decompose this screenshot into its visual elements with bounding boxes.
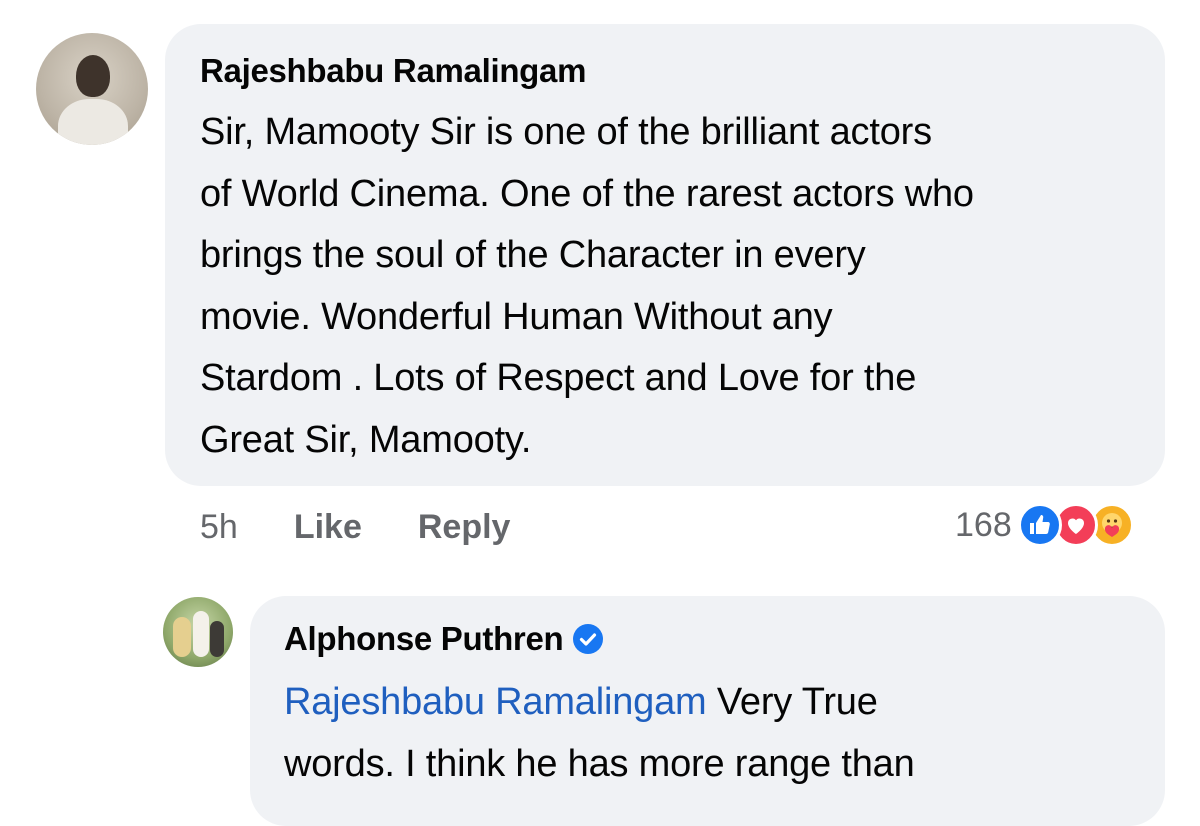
comment-author-name[interactable]: Rajeshbabu Ramalingam (200, 52, 586, 90)
verified-badge-icon (573, 624, 604, 654)
mention-link[interactable]: Rajeshbabu Ramalingam (284, 681, 707, 723)
reply-text: Rajeshbabu Ramalingam Very True words. I… (284, 672, 1144, 795)
avatar-body (58, 99, 128, 145)
like-button[interactable]: Like (294, 508, 362, 547)
avatar-figure (173, 617, 191, 657)
comment-text: Sir, Mamooty Sir is one of the brilliant… (200, 111, 974, 461)
like-icon (1017, 503, 1062, 547)
avatar-head (76, 55, 110, 97)
reply-avatar[interactable] (163, 597, 233, 667)
commenter-avatar[interactable] (36, 33, 148, 145)
avatar-figure (210, 621, 224, 657)
reply-author: Alphonse Puthren (284, 620, 604, 658)
avatar-figure (193, 611, 209, 657)
reaction-summary[interactable]: 168 (955, 503, 1134, 547)
comment-timestamp[interactable]: 5h (200, 508, 238, 547)
reply-author-name[interactable]: Alphonse Puthren (284, 620, 564, 658)
comment-actions: 5h Like Reply (200, 508, 510, 547)
reaction-count: 168 (955, 505, 1012, 544)
reply-button[interactable]: Reply (418, 508, 511, 547)
